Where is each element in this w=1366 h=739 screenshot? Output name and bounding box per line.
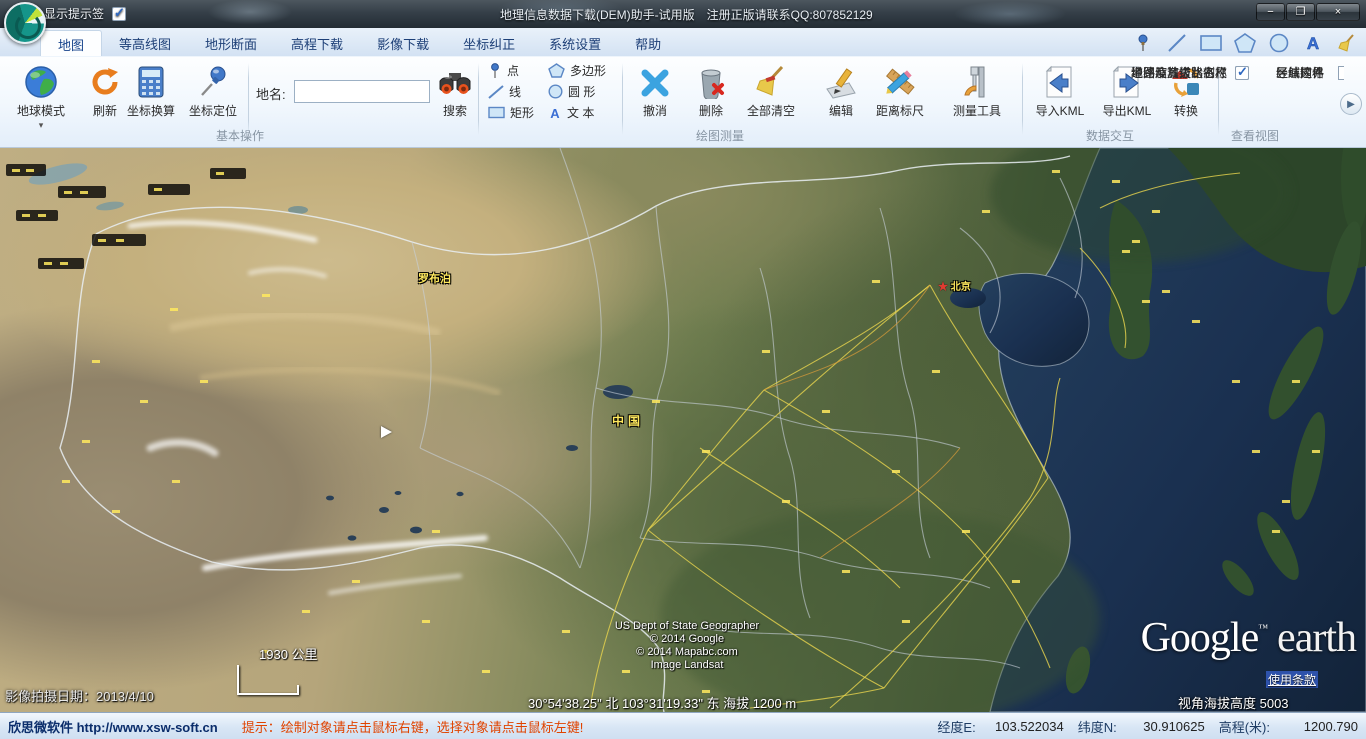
group-label-view: 查看视图 [1180, 127, 1330, 144]
line-icon [488, 85, 504, 99]
statusbar: 欣思微软件 http://www.xsw-soft.cn 提示：绘制对象请点击鼠… [0, 712, 1366, 739]
map-label-lopnur: 罗布泊 [418, 270, 451, 286]
draw-circle-button[interactable]: 圆 形 [548, 83, 606, 100]
ruler-pencil-icon [882, 59, 918, 99]
longitude-value: 103.522034 [990, 719, 1064, 734]
placename-input[interactable] [294, 80, 430, 103]
tab-contour[interactable]: 等高线图 [102, 30, 188, 56]
undo-x-icon [639, 59, 671, 99]
tab-elevation-download[interactable]: 高程下载 [274, 30, 360, 56]
titlebar: 显示提示签 ✓ 地理信息数据下载(DEM)助手-试用版 注册正版请联系QQ:80… [0, 0, 1366, 28]
text-icon: A [548, 106, 562, 120]
scale-bar-shape [237, 665, 299, 695]
checkbox-scalebar[interactable]: ✓ [1235, 66, 1249, 80]
import-kml-icon [1043, 59, 1077, 99]
text-icon[interactable]: A [1302, 32, 1324, 54]
latitude-label: 纬度N: [1078, 717, 1117, 736]
circle-icon [548, 84, 563, 99]
scale-text: 1930 公里 [259, 644, 318, 663]
longitude-label: 经度E: [937, 717, 975, 736]
ribbon: 地球模式 ▾ 刷新 坐标换算 坐标定位 地名: [0, 57, 1366, 148]
pin-icon[interactable] [1132, 32, 1154, 54]
edit-pencil-icon [823, 59, 859, 99]
terms-of-use-link[interactable]: 使用条款 [1266, 671, 1318, 688]
latitude-value: 30.910625 [1131, 719, 1205, 734]
earth-mode-button[interactable]: 地球模式 ▾ [8, 59, 74, 131]
coord-locate-button[interactable]: 坐标定位 [180, 59, 246, 119]
app-window: 显示提示签 ✓ 地理信息数据下载(DEM)助手-试用版 注册正版请联系QQ:80… [0, 0, 1366, 739]
map-label-china: 中国 [612, 412, 644, 429]
map-scale-bar: 1930 公里 [237, 644, 318, 695]
map-viewport[interactable]: 罗布泊 中国 ★ 北京 N [0, 148, 1366, 712]
import-kml-button[interactable]: 导入KML [1028, 59, 1092, 119]
distance-ruler-button[interactable]: 距离标尺 [862, 59, 938, 119]
view-altitude-readout: 视角海拔高度 5003 [1178, 693, 1289, 712]
hint-text: 提示：绘制对象请点击鼠标右键，选择对象请点击鼠标左键! [242, 717, 584, 736]
group-label-basic: 基本操作 [150, 127, 330, 144]
binoculars-icon [436, 59, 474, 99]
tab-terrain-profile[interactable]: 地形断面 [188, 30, 274, 56]
ribbon-tabs: 地图 等高线图 地形断面 高程下载 影像下载 坐标纠正 系统设置 帮助 A [0, 28, 1366, 57]
google-earth-logo: Google™earth [1141, 614, 1356, 662]
chevron-down-icon: ▾ [39, 120, 44, 131]
refresh-icon [88, 59, 122, 99]
view-option-scalebar[interactable]: 地图缩放级比例尺 ✓ [1131, 64, 1249, 81]
polygon-icon[interactable] [1234, 32, 1256, 54]
tab-imagery-download[interactable]: 影像下载 [360, 30, 446, 56]
rectangle-icon [488, 106, 505, 119]
ribbon-overflow-button[interactable]: ▶ [1340, 93, 1362, 115]
window-title: 地理信息数据下载(DEM)助手-试用版 注册正版请联系QQ:807852129 [500, 6, 873, 23]
pushpin-icon [196, 59, 230, 99]
draw-line-button[interactable]: 线 [488, 83, 534, 100]
vendor-link[interactable]: 欣思微软件 http://www.xsw-soft.cn [8, 717, 218, 736]
broom-icon [754, 59, 788, 99]
app-logo-icon[interactable] [4, 2, 46, 44]
search-button[interactable]: 搜索 [425, 59, 485, 119]
minimize-button[interactable]: − [1256, 3, 1285, 21]
group-label-draw: 绘图测量 [620, 127, 820, 144]
tab-map[interactable]: 地图 [40, 30, 102, 56]
pin-icon [488, 63, 502, 79]
draw-point-button[interactable]: 点 [488, 62, 534, 79]
calculator-icon [136, 59, 166, 99]
mouse-cursor [381, 426, 392, 438]
maximize-button[interactable]: ❐ [1286, 3, 1315, 21]
show-tips-checkbox[interactable]: ✓ [112, 7, 126, 21]
globe-icon [24, 59, 58, 99]
svg-text:A: A [550, 106, 560, 120]
view-option-graticule[interactable]: 经纬网格 [1276, 64, 1344, 81]
altitude-value: 1200.790 [1284, 719, 1358, 734]
capital-star-icon: ★ [938, 282, 948, 293]
map-coords-readout: 30°54'38.25" 北 103°31'19.33" 东 海拔 1200 m [528, 693, 796, 712]
show-tips-label: 显示提示签 [44, 5, 104, 22]
svg-text:A: A [1307, 34, 1319, 52]
coord-convert-button[interactable]: 坐标换算 [118, 59, 184, 119]
close-button[interactable]: × [1316, 3, 1360, 21]
draw-text-button[interactable]: A 文 本 [548, 104, 606, 121]
checkbox-graticule[interactable] [1338, 66, 1344, 80]
trash-icon [694, 59, 728, 99]
imagery-date-label: 影像拍摄日期：2013/4/10 [5, 686, 154, 705]
tab-system-settings[interactable]: 系统设置 [532, 30, 618, 56]
map-copyright: US Dept of State Geographer © 2014 Googl… [597, 620, 777, 672]
placename-label: 地名: [256, 84, 286, 103]
tab-help[interactable]: 帮助 [618, 30, 678, 56]
map-label-beijing: ★ 北京 [938, 278, 971, 293]
altitude-label: 高程(米): [1219, 717, 1270, 736]
clear-all-button[interactable]: 全部清空 [732, 59, 810, 119]
caliper-icon [961, 59, 993, 99]
line-icon[interactable] [1166, 32, 1188, 54]
polygon-icon [548, 63, 565, 78]
circle-icon[interactable] [1268, 32, 1290, 54]
draw-polygon-button[interactable]: 多边形 [548, 62, 606, 79]
draw-rect-button[interactable]: 矩形 [488, 104, 534, 121]
rectangle-icon[interactable] [1200, 32, 1222, 54]
broom-icon[interactable] [1336, 32, 1358, 54]
group-label-data: 数据交互 [1035, 127, 1185, 144]
measure-tool-button[interactable]: 测量工具 [938, 59, 1016, 119]
tab-coord-correction[interactable]: 坐标纠正 [446, 30, 532, 56]
